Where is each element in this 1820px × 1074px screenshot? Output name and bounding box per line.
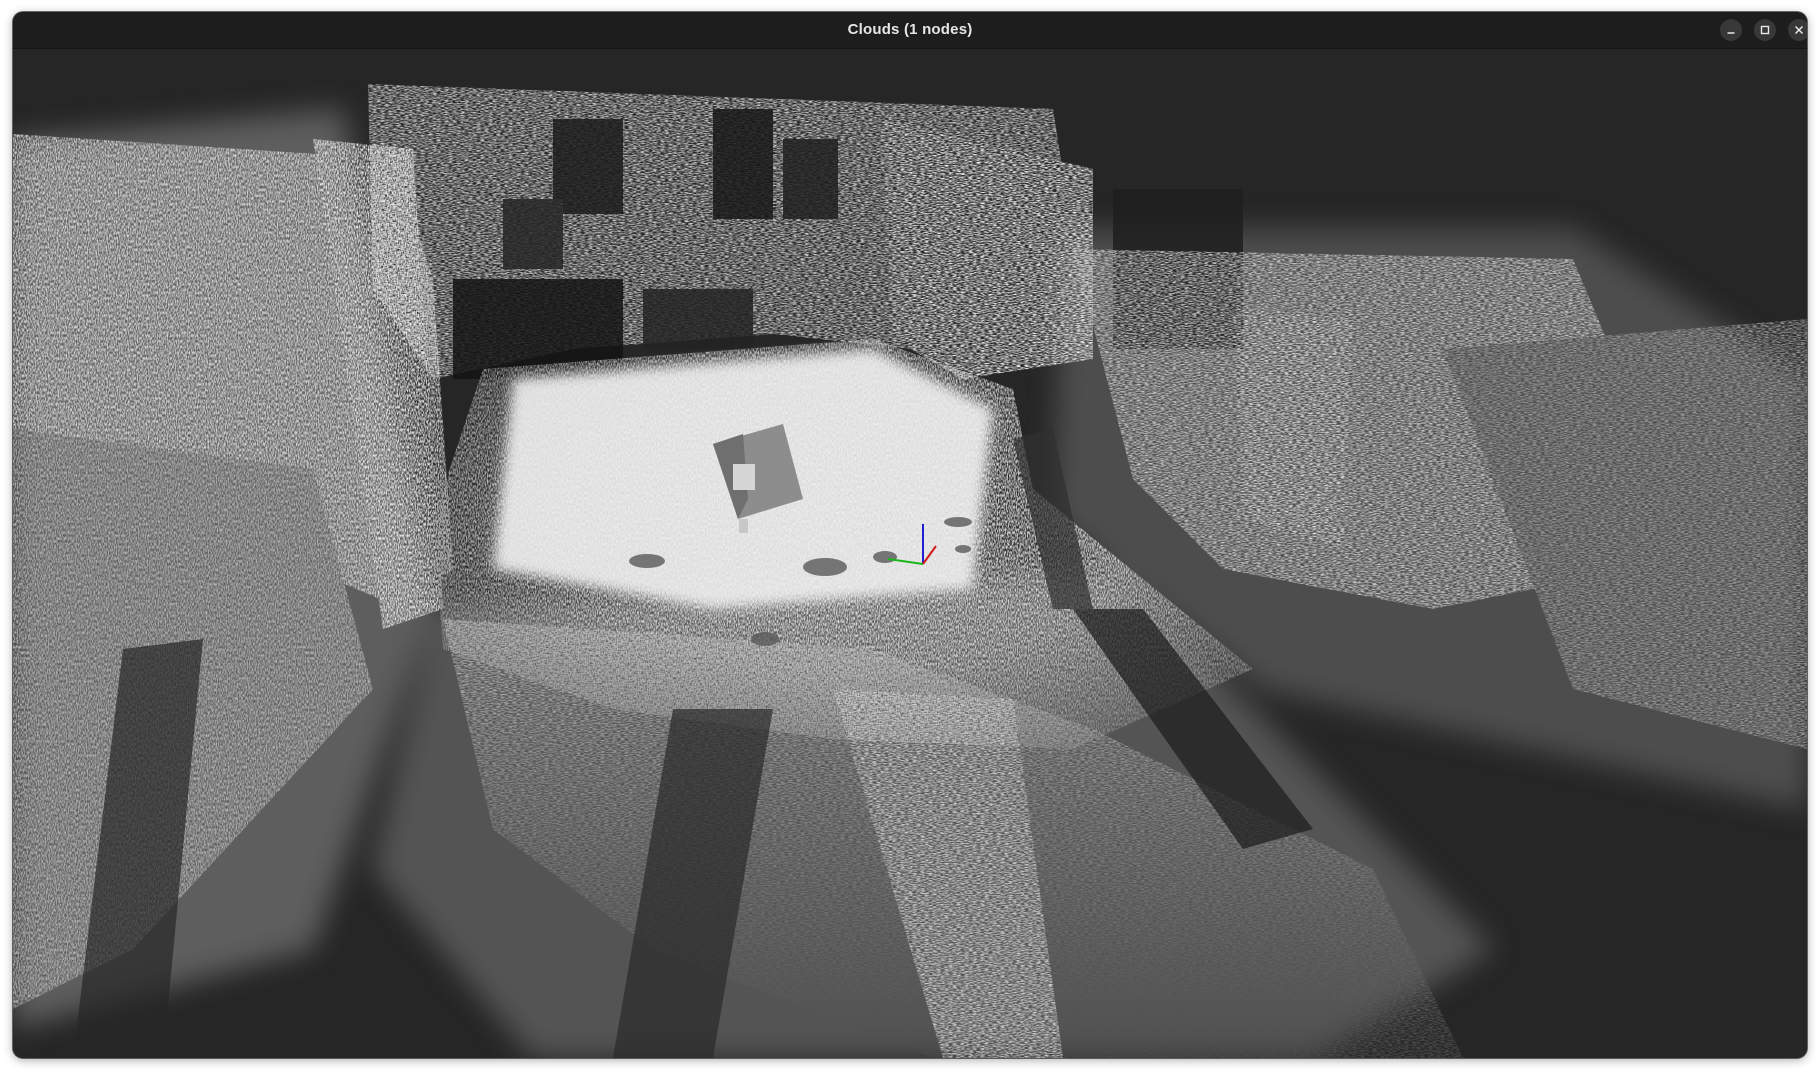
close-icon	[1794, 25, 1804, 35]
close-button[interactable]	[1788, 19, 1807, 41]
maximize-icon	[1760, 25, 1770, 35]
point-cloud[interactable]	[13, 49, 1807, 1058]
minimize-button[interactable]	[1720, 19, 1742, 41]
maximize-button[interactable]	[1754, 19, 1776, 41]
title-bar[interactable]: Clouds (1 nodes)	[13, 12, 1807, 49]
3d-viewport[interactable]	[13, 49, 1807, 1058]
clouds-window: Clouds (1 nodes)	[13, 12, 1807, 1058]
minimize-icon	[1727, 32, 1735, 34]
window-title: Clouds (1 nodes)	[847, 21, 973, 38]
